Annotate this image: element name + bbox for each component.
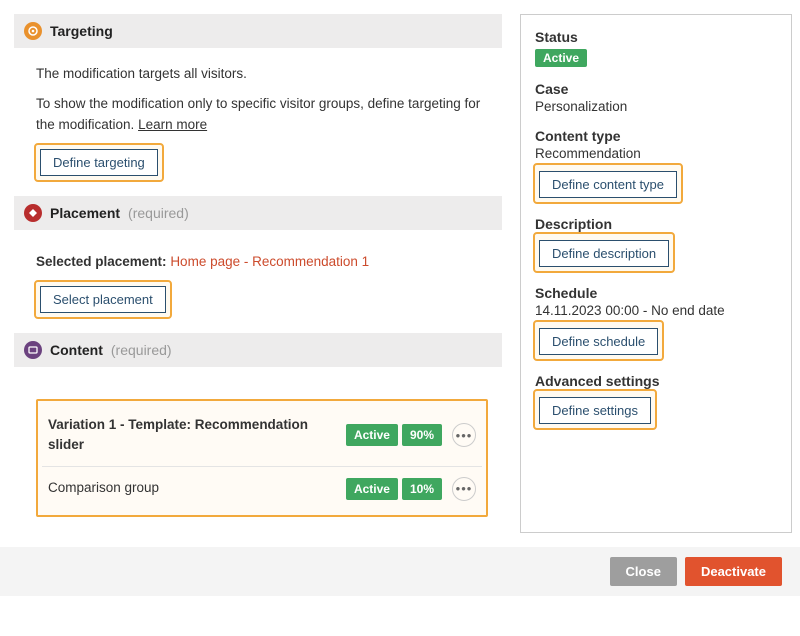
targeting-header: Targeting — [14, 14, 502, 48]
percent-badge: 10% — [402, 478, 442, 500]
footer: Close Deactivate — [0, 547, 800, 596]
status-value-badge: Active — [535, 49, 587, 67]
select-placement-button[interactable]: Select placement — [40, 286, 166, 313]
target-icon — [24, 22, 42, 40]
content-row-label: Variation 1 - Template: Recommendation s… — [48, 415, 346, 456]
content-rows: Variation 1 - Template: Recommendation s… — [36, 399, 488, 517]
status-badge: Active — [346, 424, 398, 446]
targeting-text-2: To show the modification only to specifi… — [36, 94, 488, 135]
selected-placement-value: Home page - Recommendation 1 — [170, 254, 369, 269]
define-description-button[interactable]: Define description — [539, 240, 669, 267]
close-button[interactable]: Close — [610, 557, 677, 586]
define-targeting-button[interactable]: Define targeting — [40, 149, 158, 176]
placement-title: Placement — [50, 205, 120, 221]
advanced-heading: Advanced settings — [535, 373, 769, 389]
case-value: Personalization — [535, 99, 769, 114]
schedule-value: 14.11.2023 00:00 - No end date — [535, 303, 769, 318]
schedule-heading: Schedule — [535, 285, 769, 301]
targeting-text-1: The modification targets all visitors. — [36, 64, 488, 84]
status-badge: Active — [346, 478, 398, 500]
deactivate-button[interactable]: Deactivate — [685, 557, 782, 586]
content-type-heading: Content type — [535, 128, 769, 144]
targeting-title: Targeting — [50, 23, 113, 39]
description-heading: Description — [535, 216, 769, 232]
content-title: Content — [50, 342, 103, 358]
content-header: Content (required) — [14, 333, 502, 367]
learn-more-link[interactable]: Learn more — [138, 117, 207, 132]
define-settings-button[interactable]: Define settings — [539, 397, 651, 424]
case-heading: Case — [535, 81, 769, 97]
content-row[interactable]: Comparison group Active 10% ••• — [42, 466, 482, 511]
define-content-type-button[interactable]: Define content type — [539, 171, 677, 198]
content-row-label: Comparison group — [48, 478, 346, 498]
status-heading: Status — [535, 29, 769, 45]
sidebar: Status Active Case Personalization Conte… — [520, 14, 792, 533]
required-label: (required) — [128, 205, 189, 221]
placement-header: Placement (required) — [14, 196, 502, 230]
content-icon — [24, 341, 42, 359]
required-label: (required) — [111, 342, 172, 358]
define-schedule-button[interactable]: Define schedule — [539, 328, 658, 355]
selected-placement-line: Selected placement: Home page - Recommen… — [36, 252, 488, 272]
row-actions-icon[interactable]: ••• — [452, 423, 476, 447]
content-type-value: Recommendation — [535, 146, 769, 161]
row-actions-icon[interactable]: ••• — [452, 477, 476, 501]
percent-badge: 90% — [402, 424, 442, 446]
content-row[interactable]: Variation 1 - Template: Recommendation s… — [42, 405, 482, 466]
placement-icon — [24, 204, 42, 222]
